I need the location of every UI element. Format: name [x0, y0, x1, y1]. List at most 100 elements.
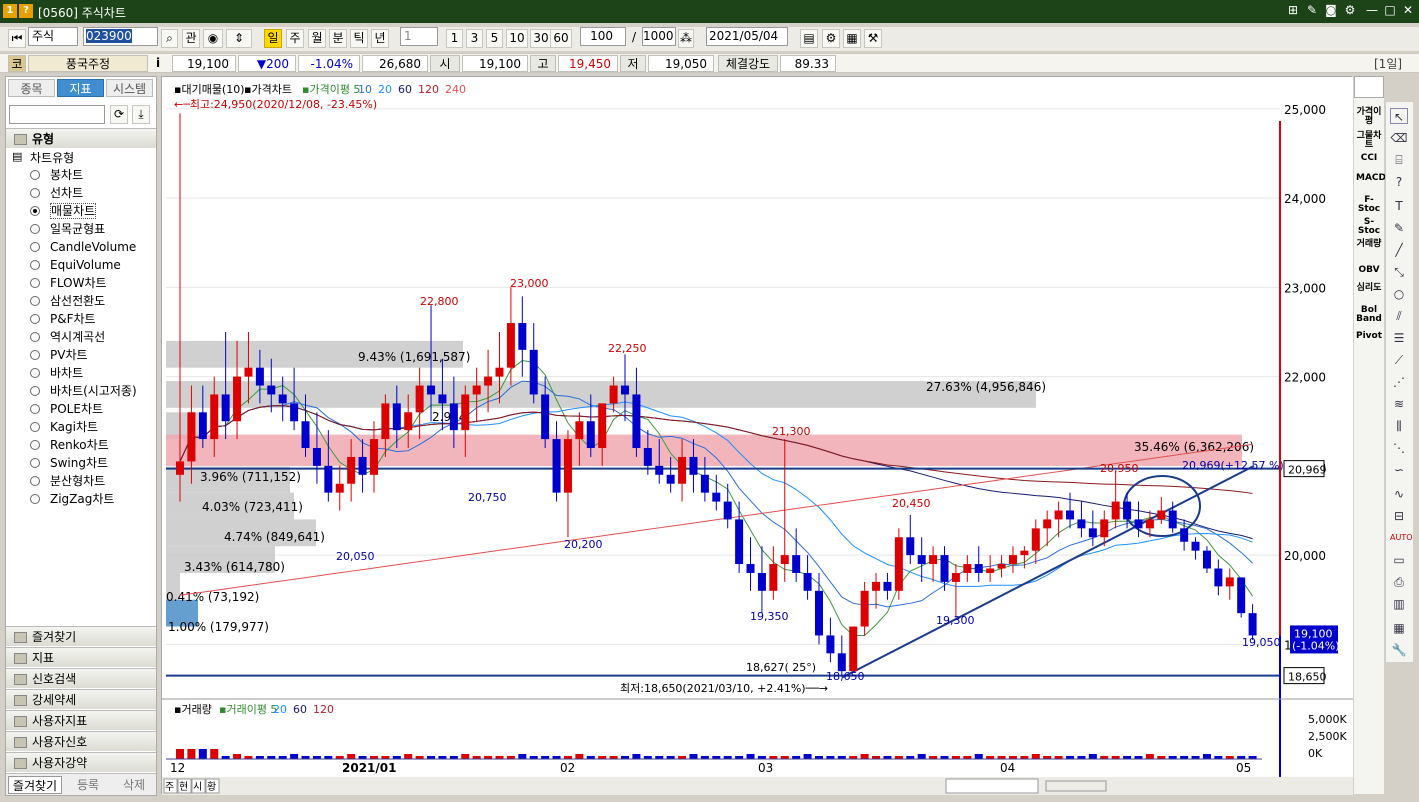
tab-indicator[interactable]: 지표 [57, 79, 104, 97]
price-chart[interactable]: 25,00024,00023,00022,00021,00020,00019,0… [162, 77, 1353, 795]
radio-icon[interactable] [30, 188, 40, 198]
channel-icon[interactable]: ⫽ [1390, 308, 1408, 324]
scroll-thumb[interactable] [945, 778, 1039, 794]
legend-item[interactable]: ▪가격차트 [244, 83, 292, 96]
settings-icon[interactable]: ⚙ [1342, 3, 1358, 17]
minute-3-button[interactable]: 3 [466, 29, 483, 48]
volume-legend-item[interactable]: 120 [313, 703, 334, 716]
minute-1-button[interactable]: 1 [446, 29, 463, 48]
close-icon[interactable]: ✕ [1400, 3, 1416, 17]
search-input[interactable] [9, 105, 105, 124]
legend-item[interactable]: 20 [378, 83, 392, 96]
volume-legend-item[interactable]: ▪거래량 [174, 703, 212, 716]
capture-icon[interactable]: ◙ [1323, 3, 1339, 17]
indicator-shortcut[interactable]: 심리도 [1356, 284, 1382, 293]
radio-icon[interactable] [30, 386, 40, 396]
radio-icon[interactable] [30, 368, 40, 378]
radio-icon[interactable] [30, 242, 40, 252]
view-count-input[interactable]: 100 [580, 27, 626, 46]
minute-10-button[interactable]: 10 [506, 29, 528, 48]
pen-icon[interactable]: ✎ [1390, 220, 1408, 236]
indicator-shortcut[interactable]: Pivot [1356, 332, 1382, 341]
tab-system[interactable]: 시스템 [106, 79, 153, 97]
all-icon[interactable]: ⌸ [1390, 152, 1408, 168]
chart-type-item[interactable]: EquiVolume [30, 257, 121, 273]
radio-icon[interactable] [30, 278, 40, 288]
arc-icon[interactable]: ∽ [1390, 462, 1408, 478]
chart-type-item[interactable]: POLE차트 [30, 401, 103, 417]
chart-type-item[interactable]: 삼선전환도 [30, 293, 105, 309]
stats-icon[interactable]: ⊟ [1390, 508, 1408, 524]
diagnosis-icon[interactable]: ▦ [1390, 620, 1408, 636]
sync-icon[interactable]: ⟳ [110, 105, 128, 124]
radio-icon[interactable] [30, 314, 40, 324]
indicator-shortcut[interactable]: F-Stoc [1356, 196, 1382, 214]
tools-icon[interactable]: ⚒ [864, 29, 882, 48]
volume-legend-item[interactable]: 20 [273, 703, 287, 716]
fan-icon[interactable]: ⋰ [1390, 374, 1408, 390]
analysis-icon[interactable]: ▥ [1390, 596, 1408, 612]
legend-item[interactable]: 10 [358, 83, 372, 96]
maximize-icon[interactable]: □ [1382, 3, 1398, 17]
chart-type-item[interactable]: PV차트 [30, 347, 88, 363]
volume-legend-item[interactable]: ▪거래이평 5 [219, 703, 277, 716]
period-week-button[interactable]: 주 [286, 29, 304, 48]
period-minute-button[interactable]: 분 [329, 29, 347, 48]
legend-item[interactable]: 120 [418, 83, 439, 96]
folder-label[interactable]: 차트유형 [30, 149, 74, 166]
delete-button[interactable]: 삭제 [112, 776, 156, 794]
wrench-icon[interactable]: 🔧 [1390, 642, 1408, 658]
market-select[interactable]: 주식 [28, 27, 78, 46]
save-icon[interactable]: ▦ [843, 29, 861, 48]
radio-icon[interactable] [30, 494, 40, 504]
indicator-shortcut[interactable]: OBV [1356, 266, 1382, 275]
minimize-icon[interactable]: — [1364, 3, 1380, 17]
cycle-icon[interactable]: ⫼ [1390, 418, 1408, 434]
category-item[interactable]: 즐겨찾기 [6, 626, 156, 646]
category-item[interactable]: 사용자지표 [6, 710, 156, 730]
memo-icon[interactable]: ✎ [1304, 3, 1320, 17]
legend-item[interactable]: 240 [445, 83, 466, 96]
eraser-icon[interactable]: ⌫ [1390, 130, 1408, 146]
category-item[interactable]: 사용자신호 [6, 731, 156, 751]
search-icon[interactable]: ⌕ [161, 29, 178, 48]
volume-legend-item[interactable]: 60 [293, 703, 307, 716]
radio-icon[interactable] [30, 476, 40, 486]
category-item[interactable]: 신호검색 [6, 668, 156, 688]
radio-icon[interactable] [30, 206, 40, 216]
wave-icon[interactable]: ∿ [1390, 486, 1408, 502]
section-type[interactable]: 유형 [6, 128, 156, 148]
indicator-shortcut[interactable]: S-Stoc [1356, 218, 1382, 236]
fibo-icon[interactable]: ≋ [1390, 396, 1408, 412]
window-icon[interactable]: ▭ [1390, 552, 1408, 568]
ray-icon[interactable]: ⤡ [1390, 264, 1408, 280]
indicator-shortcut[interactable]: 가격이평 [1356, 108, 1382, 126]
chart-type-item[interactable]: 분산형차트 [30, 473, 105, 489]
record-icon[interactable]: ◉ [203, 29, 223, 48]
legend-item[interactable]: 60 [398, 83, 412, 96]
chart-type-item[interactable]: CandleVolume [30, 239, 136, 255]
link-icon[interactable]: ⊞ [1285, 3, 1301, 17]
gann-icon[interactable]: ⟋ [1390, 352, 1408, 368]
indicator-shortcut[interactable]: 거래량 [1356, 240, 1382, 249]
period-year-button[interactable]: 년 [371, 29, 389, 48]
interest-button[interactable]: 관 [182, 29, 200, 48]
legend-item[interactable]: ▪가격이평 5 [302, 83, 360, 96]
register-button[interactable]: 등록 [66, 776, 110, 794]
chart-type-item[interactable]: 역시계곡선 [30, 329, 105, 345]
auto-icon[interactable]: AUTO [1390, 530, 1413, 546]
date-input[interactable]: 2021/05/04 [706, 27, 788, 46]
cursor-icon[interactable]: ↖ [1390, 108, 1408, 124]
total-count-input[interactable]: 1000 [642, 27, 676, 46]
radio-icon[interactable] [30, 260, 40, 270]
chart-type-item[interactable]: 바차트(시고저종) [30, 383, 137, 399]
refresh-icon[interactable]: ⁂ [678, 29, 694, 48]
radio-icon[interactable] [30, 350, 40, 360]
stepper-icon[interactable]: ⇕ [226, 29, 252, 48]
chart-type-item[interactable]: FLOW차트 [30, 275, 107, 291]
period-day-button[interactable]: 일 [264, 29, 282, 48]
favorite-tab[interactable]: 즐겨찾기 [8, 776, 62, 794]
hline-icon[interactable]: ☰ [1390, 330, 1408, 346]
radio-icon[interactable] [30, 224, 40, 234]
minute-5-button[interactable]: 5 [486, 29, 503, 48]
